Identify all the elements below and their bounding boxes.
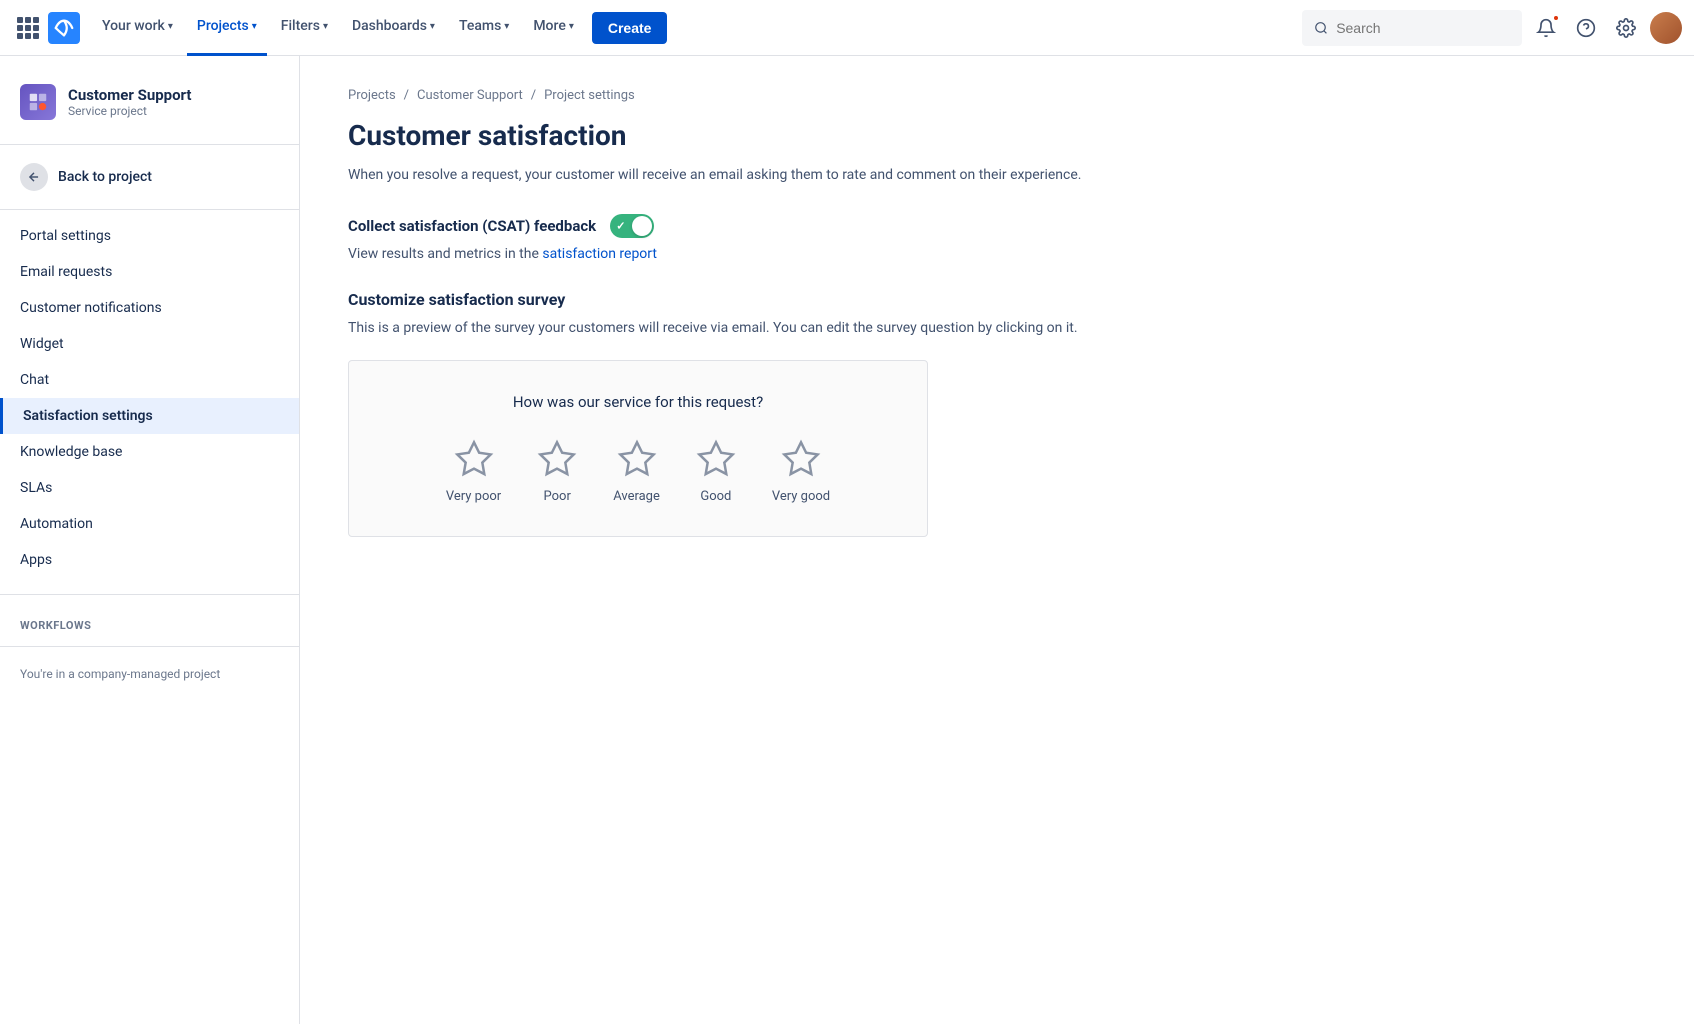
star-label-1: Very poor — [446, 489, 501, 504]
csat-toggle-switch[interactable]: ✓ — [610, 214, 654, 238]
grid-icon — [17, 17, 39, 39]
breadcrumb: Projects / Customer Support / Project se… — [348, 88, 1646, 103]
survey-section-desc: This is a preview of the survey your cus… — [348, 317, 1646, 339]
star-very-good[interactable]: Very good — [772, 439, 830, 504]
star-average[interactable]: Average — [613, 439, 660, 504]
topnav-right — [1302, 10, 1682, 46]
app-logo[interactable] — [48, 12, 80, 44]
grid-menu-button[interactable] — [12, 12, 44, 44]
survey-question[interactable]: How was our service for this request? — [397, 393, 879, 411]
chevron-down-icon: ▾ — [168, 21, 173, 32]
arrow-left-icon — [27, 170, 41, 184]
sidebar-item-portal-settings[interactable]: Portal settings — [0, 218, 299, 254]
chevron-down-icon: ▾ — [252, 21, 257, 32]
sidebar-project-header: Customer Support Service project — [0, 72, 299, 136]
project-icon — [20, 84, 56, 120]
create-button[interactable]: Create — [592, 12, 668, 44]
notifications-button[interactable] — [1530, 12, 1562, 44]
report-link-text: View results and metrics in the satisfac… — [348, 246, 1646, 262]
toggle-knob — [632, 216, 652, 236]
csat-row: Collect satisfaction (CSAT) feedback ✓ — [348, 214, 1646, 238]
star-icon-3 — [617, 439, 657, 479]
settings-button[interactable] — [1610, 12, 1642, 44]
chevron-down-icon: ▾ — [504, 21, 509, 32]
sidebar-item-customer-notifications[interactable]: Customer notifications — [0, 290, 299, 326]
star-label-4: Good — [700, 489, 731, 504]
sidebar-divider-3 — [0, 594, 299, 595]
survey-section-title: Customize satisfaction survey — [348, 290, 1646, 309]
star-icon-1 — [454, 439, 494, 479]
csat-toggle[interactable]: ✓ — [610, 214, 654, 238]
search-icon — [1314, 20, 1328, 36]
topnav: Your work ▾ Projects ▾ Filters ▾ Dashboa… — [0, 0, 1694, 56]
star-label-5: Very good — [772, 489, 830, 504]
sidebar-item-widget[interactable]: Widget — [0, 326, 299, 362]
sidebar-item-satisfaction-settings[interactable]: Satisfaction settings — [0, 398, 299, 434]
satisfaction-report-link[interactable]: satisfaction report — [542, 246, 657, 262]
csat-label: Collect satisfaction (CSAT) feedback — [348, 217, 596, 235]
breadcrumb-projects[interactable]: Projects — [348, 88, 396, 103]
star-label-2: Poor — [544, 489, 571, 504]
breadcrumb-current: Project settings — [544, 88, 635, 103]
chevron-down-icon: ▾ — [430, 21, 435, 32]
survey-section: Customize satisfaction survey This is a … — [348, 290, 1646, 536]
chevron-down-icon: ▾ — [323, 21, 328, 32]
search-input[interactable] — [1336, 20, 1510, 36]
star-icon-2 — [537, 439, 577, 479]
nav-projects[interactable]: Projects ▾ — [187, 0, 267, 56]
nav-teams[interactable]: Teams ▾ — [449, 0, 519, 56]
breadcrumb-customer-support[interactable]: Customer Support — [417, 88, 523, 103]
user-avatar[interactable] — [1650, 12, 1682, 44]
sidebar-divider-2 — [0, 209, 299, 210]
nav-your-work[interactable]: Your work ▾ — [92, 0, 183, 56]
star-rating-row: Very poor Poor Average — [397, 439, 879, 504]
back-to-project-button[interactable]: Back to project — [0, 153, 299, 201]
sidebar-item-chat[interactable]: Chat — [0, 362, 299, 398]
project-name: Customer Support — [68, 86, 192, 104]
sidebar-divider-top — [0, 144, 299, 145]
help-button[interactable] — [1570, 12, 1602, 44]
notification-badge — [1552, 14, 1560, 22]
sidebar-item-apps[interactable]: Apps — [0, 542, 299, 578]
sidebar-divider-4 — [0, 646, 299, 647]
sidebar: Customer Support Service project Back to… — [0, 56, 300, 1024]
nav-more[interactable]: More ▾ — [523, 0, 584, 56]
chevron-down-icon: ▾ — [569, 21, 574, 32]
sidebar-section-workflows: Workflows — [0, 603, 299, 638]
star-icon-5 — [781, 439, 821, 479]
nav-dashboards[interactable]: Dashboards ▾ — [342, 0, 445, 56]
search-box[interactable] — [1302, 10, 1522, 46]
csat-section: Collect satisfaction (CSAT) feedback ✓ V… — [348, 214, 1646, 262]
project-type: Service project — [68, 104, 192, 118]
star-label-3: Average — [613, 489, 660, 504]
page-description: When you resolve a request, your custome… — [348, 164, 1646, 186]
sidebar-item-slas[interactable]: SLAs — [0, 470, 299, 506]
sidebar-item-automation[interactable]: Automation — [0, 506, 299, 542]
sidebar-item-email-requests[interactable]: Email requests — [0, 254, 299, 290]
sidebar-footer-note: You're in a company-managed project — [0, 655, 299, 693]
help-icon — [1576, 18, 1596, 38]
nav-filters[interactable]: Filters ▾ — [271, 0, 338, 56]
star-good[interactable]: Good — [696, 439, 736, 504]
sidebar-item-knowledge-base[interactable]: Knowledge base — [0, 434, 299, 470]
gear-icon — [1616, 18, 1636, 38]
main-content: Projects / Customer Support / Project se… — [300, 56, 1694, 1024]
survey-preview: How was our service for this request? Ve… — [348, 360, 928, 537]
star-very-poor[interactable]: Very poor — [446, 439, 501, 504]
page-title: Customer satisfaction — [348, 119, 1646, 152]
app-layout: Customer Support Service project Back to… — [0, 56, 1694, 1024]
star-icon-4 — [696, 439, 736, 479]
star-poor[interactable]: Poor — [537, 439, 577, 504]
